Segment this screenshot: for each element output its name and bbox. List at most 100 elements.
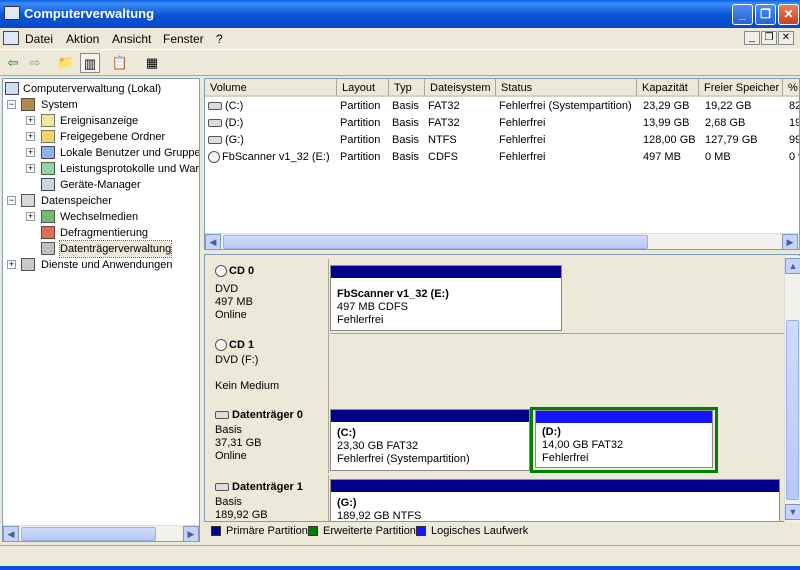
partition-size: 497 MB CDFS — [337, 301, 408, 313]
disk-partitions-cd1 — [330, 333, 785, 403]
status-cell: Fehlerfrei — [499, 134, 546, 146]
disk-info-datentraeger1[interactable]: Datenträger 1 Basis 189,92 GB — [207, 475, 329, 521]
scroll-right-icon[interactable]: ▶ — [782, 234, 798, 249]
expand-icon[interactable]: + — [26, 116, 35, 125]
drive-icon — [208, 102, 222, 111]
prozent-frei-cell: 0 % — [789, 151, 799, 163]
scroll-down-icon[interactable]: ▼ — [785, 504, 800, 520]
volume-cell: (D:) — [208, 115, 336, 132]
menu-fenster[interactable]: Fenster — [163, 32, 204, 46]
forward-arrow-icon[interactable]: ⇨ — [25, 53, 45, 73]
scroll-left-icon[interactable]: ◀ — [3, 526, 19, 541]
scroll-thumb[interactable] — [786, 320, 799, 500]
column-header-kapazitaet[interactable]: Kapazität — [637, 79, 699, 97]
layout-cell: Partition — [340, 151, 381, 163]
kapazitaet-cell: 128,00 GB — [643, 134, 696, 146]
show-hide-tree-icon[interactable]: ▥ — [80, 53, 100, 73]
disk-info-cd1[interactable]: CD 1 DVD (F:) Kein Medium — [207, 333, 329, 403]
defrag-icon — [41, 226, 55, 239]
partition-c[interactable]: (C:) 23,30 GB FAT32 Fehlerfrei (Systempa… — [330, 409, 530, 471]
prozent-frei-cell: 99 % — [789, 134, 799, 146]
column-header-status[interactable]: Status — [496, 79, 637, 97]
hard-disk-icon — [215, 483, 229, 492]
table-row[interactable]: (C:) Partition Basis FAT32 Fehlerfrei (S… — [205, 98, 799, 115]
disk-partitions-datentraeger1: (G:) 189,92 GB NTFS — [330, 475, 785, 522]
disk-info-cd0[interactable]: CD 0 DVD 497 MB Online — [207, 259, 329, 333]
column-header-layout[interactable]: Layout — [337, 79, 389, 97]
expand-icon[interactable]: + — [26, 212, 35, 221]
dateisystem-cell: CDFS — [428, 151, 458, 163]
disk-status: Online — [215, 309, 247, 321]
maximize-button[interactable]: ❐ — [755, 4, 776, 25]
document-icon[interactable] — [3, 31, 19, 45]
partition-size: 189,92 GB NTFS — [337, 510, 422, 522]
kapazitaet-cell: 23,29 GB — [643, 100, 690, 112]
back-arrow-icon[interactable]: ⇦ — [3, 53, 23, 73]
expand-icon[interactable]: + — [26, 164, 35, 173]
cd-drive-icon — [215, 339, 227, 352]
volume-list: Volume Layout Typ Dateisystem Status Kap… — [204, 78, 800, 250]
kapazitaet-cell: 13,99 GB — [643, 117, 690, 129]
partition-fbscanner[interactable]: FbScanner v1_32 (E:) 497 MB CDFS Fehlerf… — [330, 265, 562, 331]
column-header-freier-speicher[interactable]: Freier Speicher — [699, 79, 783, 97]
help-icon[interactable]: ▦ — [142, 53, 162, 73]
partition-name: (D:) — [542, 426, 561, 438]
scroll-up-icon[interactable]: ▲ — [785, 258, 800, 274]
device-manager-icon — [41, 178, 55, 191]
collapse-icon[interactable]: − — [7, 100, 16, 109]
collapse-icon[interactable]: − — [7, 196, 16, 205]
disk-row-datentraeger1[interactable]: Datenträger 1 Basis 189,92 GB (G:) 189,9… — [207, 475, 785, 522]
scroll-thumb[interactable] — [21, 527, 156, 541]
volume-list-horizontal-scrollbar[interactable]: ◀ ▶ — [205, 233, 799, 249]
table-row[interactable]: FbScanner v1_32 (E:) Partition Basis CDF… — [205, 149, 799, 166]
child-close-button[interactable]: ✕ — [778, 31, 794, 45]
child-restore-button[interactable]: ❐ — [761, 31, 777, 45]
scroll-left-icon[interactable]: ◀ — [205, 234, 221, 249]
disk-type: DVD (F:) — [215, 354, 259, 366]
column-header-volume[interactable]: Volume — [205, 79, 337, 97]
freier-speicher-cell: 127,79 GB — [705, 134, 758, 146]
close-button[interactable]: ✕ — [778, 4, 799, 25]
up-folder-icon[interactable]: 📁 — [56, 53, 76, 73]
disk-info-datentraeger0[interactable]: Datenträger 0 Basis 37,31 GB Online — [207, 403, 329, 473]
disk-view-vertical-scrollbar[interactable]: ▲ ▼ — [784, 256, 800, 522]
partition-size: 14,00 GB FAT32 — [542, 439, 624, 451]
drive-icon — [208, 119, 222, 128]
disk-name: CD 0 — [215, 265, 254, 278]
menu-ansicht[interactable]: Ansicht — [112, 32, 151, 46]
typ-cell: Basis — [392, 100, 419, 112]
window-title: Computerverwaltung — [24, 6, 155, 21]
menu-help[interactable]: ? — [216, 32, 223, 46]
table-row[interactable]: (G:) Partition Basis NTFS Fehlerfrei 128… — [205, 132, 799, 149]
storage-icon — [21, 194, 35, 207]
status-cell: Fehlerfrei — [499, 151, 546, 163]
expand-icon[interactable]: + — [7, 260, 16, 269]
freier-speicher-cell: 2,68 GB — [705, 117, 746, 129]
extended-partition-frame[interactable]: (D:) 14,00 GB FAT32 Fehlerfrei — [530, 407, 718, 473]
disk-name: Datenträger 0 — [215, 409, 303, 421]
disk-size: 497 MB — [215, 296, 253, 308]
menu-datei[interactable]: Datei — [25, 32, 53, 46]
scroll-thumb[interactable] — [223, 235, 648, 249]
disk-row-cd0[interactable]: CD 0 DVD 497 MB Online FbScanner v1_32 (… — [207, 259, 785, 333]
console-tree: Computerverwaltung (Lokal) − System + Er… — [2, 78, 200, 542]
menu-aktion[interactable]: Aktion — [66, 32, 99, 46]
drive-icon — [208, 136, 222, 145]
status-cell: Fehlerfrei (Systempartition) — [499, 100, 632, 112]
properties-icon[interactable]: 📋 — [110, 53, 130, 73]
column-header-typ[interactable]: Typ — [389, 79, 425, 97]
expand-icon[interactable]: + — [26, 132, 35, 141]
partition-g[interactable]: (G:) 189,92 GB NTFS — [330, 479, 780, 522]
typ-cell: Basis — [392, 134, 419, 146]
minimize-button[interactable]: _ — [732, 4, 753, 25]
disk-row-datentraeger0[interactable]: Datenträger 0 Basis 37,31 GB Online (C:)… — [207, 403, 785, 473]
table-row[interactable]: (D:) Partition Basis FAT32 Fehlerfrei 13… — [205, 115, 799, 132]
child-minimize-button[interactable]: _ — [744, 31, 760, 45]
partition-d[interactable]: (D:) 14,00 GB FAT32 Fehlerfrei — [535, 410, 713, 468]
disk-row-cd1[interactable]: CD 1 DVD (F:) Kein Medium — [207, 333, 785, 403]
column-header-prozent-frei[interactable]: % Frei — [783, 79, 799, 97]
tree-horizontal-scrollbar[interactable]: ◀ ▶ — [3, 525, 199, 541]
column-header-dateisystem[interactable]: Dateisystem — [425, 79, 496, 97]
scroll-right-icon[interactable]: ▶ — [183, 526, 199, 541]
expand-icon[interactable]: + — [26, 148, 35, 157]
